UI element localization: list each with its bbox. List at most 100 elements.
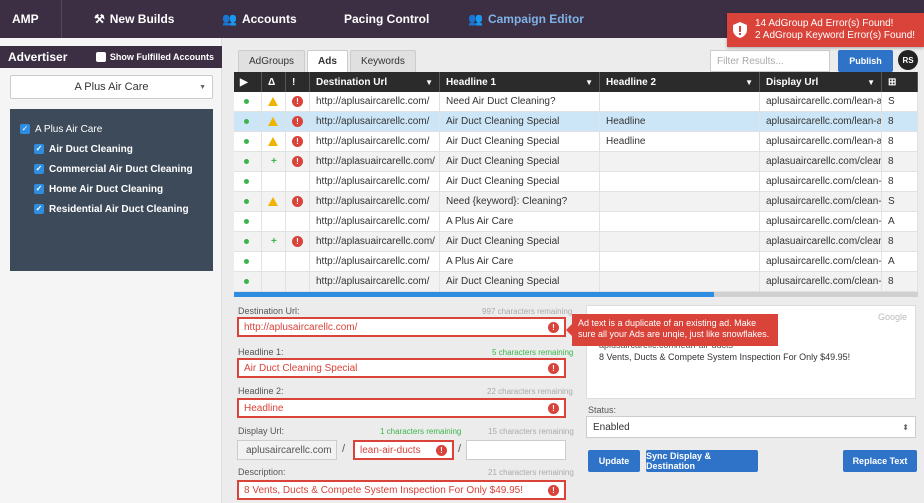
headline-1-cell[interactable]: Air Duct Cleaning Special bbox=[440, 232, 600, 251]
destination-url-cell[interactable]: http://aplusaircarellc.com/ bbox=[310, 92, 440, 111]
column-menu[interactable]: ⊞ bbox=[882, 72, 918, 92]
brand-logo[interactable]: AMP bbox=[0, 0, 62, 38]
headline-2-input[interactable]: Headline ! bbox=[237, 398, 566, 418]
status-select[interactable]: Enabled ⬍ bbox=[586, 416, 916, 438]
chevron-down-icon[interactable]: ▼ bbox=[585, 78, 593, 87]
destination-url-cell[interactable]: http://aplusaircarellc.com/ bbox=[310, 132, 440, 151]
checkbox-checked-icon[interactable]: ✓ bbox=[34, 164, 44, 174]
chevron-down-icon[interactable]: ▼ bbox=[745, 78, 753, 87]
tree-item-adgroup[interactable]: ✓ Air Duct Cleaning bbox=[10, 139, 213, 159]
headline-2-cell[interactable] bbox=[600, 212, 760, 231]
destination-url-input[interactable]: http://aplusaircarellc.com/ ! bbox=[237, 317, 566, 337]
table-row[interactable]: ! http://aplusaircarellc.com/Air Duct Cle… bbox=[234, 132, 918, 152]
advertiser-select[interactable]: A Plus Air Care ▼ bbox=[10, 75, 213, 99]
headline-1-cell[interactable]: A Plus Air Care bbox=[440, 212, 600, 231]
table-row[interactable]: http://aplusaircarellc.com/Air Duct Clea… bbox=[234, 172, 918, 192]
headline-1-cell[interactable]: A Plus Air Care bbox=[440, 252, 600, 271]
display-url-cell[interactable]: aplasuaircarellc.com/clean-air... bbox=[760, 152, 882, 171]
column-destination-url[interactable]: Destination Url ▼ bbox=[310, 72, 440, 92]
tree-item-adgroup[interactable]: ✓ Commercial Air Duct Cleaning bbox=[10, 159, 213, 179]
nav-new-builds[interactable]: ⚒ New Builds bbox=[94, 0, 174, 38]
destination-url-cell[interactable]: http://aplusaircarellc.com/ bbox=[310, 172, 440, 191]
nav-pacing-control[interactable]: Pacing Control bbox=[344, 0, 429, 38]
tab-adgroups[interactable]: AdGroups bbox=[238, 50, 306, 72]
destination-url-cell[interactable]: http://aplusaircarellc.com/ bbox=[310, 212, 440, 231]
display-url-cell[interactable]: aplasuaircarellc.com/clean-air... bbox=[760, 232, 882, 251]
display-url-cell[interactable]: aplusaircarellc.com/clean-air-... bbox=[760, 192, 882, 211]
table-row[interactable]: +! http://aplasuaircarellc.com/Air Duct C… bbox=[234, 152, 918, 172]
column-expand[interactable]: ▶ bbox=[234, 72, 262, 92]
table-row[interactable]: ! http://aplusaircarellc.com/Need {keywor… bbox=[234, 192, 918, 212]
table-row[interactable]: +! http://aplasuaircarellc.com/Air Duct C… bbox=[234, 232, 918, 252]
column-display-url[interactable]: Display Url ▼ bbox=[760, 72, 882, 92]
headline-2-cell[interactable] bbox=[600, 92, 760, 111]
chevron-down-icon[interactable]: ▼ bbox=[867, 78, 875, 87]
headline-2-cell[interactable] bbox=[600, 232, 760, 251]
headline-2-cell[interactable] bbox=[600, 152, 760, 171]
column-error[interactable]: ! bbox=[286, 72, 310, 92]
display-url-cell[interactable]: aplusaircarellc.com/clean-air-... bbox=[760, 212, 882, 231]
avatar[interactable]: RS bbox=[898, 50, 918, 70]
table-row[interactable]: http://aplusaircarellc.com/Air Duct Clea… bbox=[234, 272, 918, 292]
headline-2-cell[interactable]: Headline bbox=[600, 112, 760, 131]
destination-url-cell[interactable]: http://aplasuaircarellc.com/ bbox=[310, 232, 440, 251]
headline-1-cell[interactable]: Air Duct Cleaning Special bbox=[440, 272, 600, 291]
headline-1-cell[interactable]: Need {keyword}: Cleaning? bbox=[440, 192, 600, 211]
display-url-path1-input[interactable]: lean-air-ducts ! bbox=[353, 440, 454, 460]
tree-item-adgroup[interactable]: ✓ Residential Air Duct Cleaning bbox=[10, 199, 213, 219]
error-toast[interactable]: 14 AdGroup Ad Error(s) Found! 2 AdGroup … bbox=[727, 13, 924, 47]
description-input[interactable]: 8 Vents, Ducts & Compete System Inspecti… bbox=[237, 480, 566, 500]
checkbox-checked-icon[interactable]: ✓ bbox=[34, 204, 44, 214]
tab-keywords[interactable]: Keywords bbox=[349, 50, 416, 72]
headline-2-cell[interactable] bbox=[600, 172, 760, 191]
display-url-cell[interactable]: aplusaircarellc.com/clean-air-... bbox=[760, 272, 882, 291]
destination-url-cell[interactable]: http://aplusaircarellc.com/ bbox=[310, 112, 440, 131]
show-fulfilled-toggle[interactable]: Show Fulfilled Accounts bbox=[95, 52, 214, 62]
headline-1-cell[interactable]: Need Air Duct Cleaning? bbox=[440, 92, 600, 111]
display-url-cell[interactable]: aplusaircarellc.com/clean-air-... bbox=[760, 252, 882, 271]
tree-item-adgroup[interactable]: ✓ Home Air Duct Cleaning bbox=[10, 179, 213, 199]
table-row[interactable]: ! http://aplusaircarellc.com/Need Air Duc… bbox=[234, 92, 918, 112]
display-url-cell[interactable]: aplusaircarellc.com/lean-air-d... bbox=[760, 132, 882, 151]
headline-1-input[interactable]: Air Duct Cleaning Special ! bbox=[237, 358, 566, 378]
replace-text-button[interactable]: Replace Text bbox=[843, 450, 917, 472]
headline-1-cell[interactable]: Air Duct Cleaning Special bbox=[440, 112, 600, 131]
nav-campaign-editor[interactable]: 👥 Campaign Editor bbox=[468, 0, 584, 38]
tab-ads[interactable]: Ads bbox=[307, 50, 348, 72]
publish-button[interactable]: Publish bbox=[838, 50, 893, 72]
destination-url-cell[interactable]: http://aplusaircarellc.com/ bbox=[310, 272, 440, 291]
nav-accounts[interactable]: 👥 Accounts bbox=[222, 0, 297, 38]
column-headline-1[interactable]: Headline 1 ▼ bbox=[440, 72, 600, 92]
filter-results-input[interactable]: Filter Results... bbox=[710, 50, 830, 72]
headline-2-cell[interactable] bbox=[600, 192, 760, 211]
checkbox-icon[interactable] bbox=[95, 52, 106, 62]
column-delta[interactable]: Δ bbox=[262, 72, 286, 92]
headline-1-cell[interactable]: Air Duct Cleaning Special bbox=[440, 152, 600, 171]
headline-2-cell[interactable]: Headline bbox=[600, 132, 760, 151]
destination-url-cell[interactable]: http://aplusaircarellc.com/ bbox=[310, 192, 440, 211]
scrollbar-thumb[interactable] bbox=[234, 292, 714, 297]
show-fulfilled-label: Show Fulfilled Accounts bbox=[109, 52, 214, 62]
table-row[interactable]: ! http://aplusaircarellc.com/Air Duct Cle… bbox=[234, 112, 918, 132]
headline-1-cell[interactable]: Air Duct Cleaning Special bbox=[440, 132, 600, 151]
tree-item-root[interactable]: ✓ A Plus Air Care bbox=[10, 119, 213, 139]
display-url-path2-input[interactable] bbox=[466, 440, 566, 460]
checkbox-checked-icon[interactable]: ✓ bbox=[20, 124, 30, 134]
horizontal-scrollbar[interactable] bbox=[234, 292, 918, 297]
headline-2-cell[interactable] bbox=[600, 252, 760, 271]
display-url-cell[interactable]: aplusaircarellc.com/clean-air-... bbox=[760, 172, 882, 191]
table-row[interactable]: http://aplusaircarellc.com/A Plus Air Ca… bbox=[234, 212, 918, 232]
display-url-cell[interactable]: aplusaircarellc.com/lean-air-d... bbox=[760, 92, 882, 111]
destination-url-cell[interactable]: http://aplasuaircarellc.com/ bbox=[310, 152, 440, 171]
table-row[interactable]: http://aplusaircarellc.com/A Plus Air Ca… bbox=[234, 252, 918, 272]
column-headline-2[interactable]: Headline 2 ▼ bbox=[600, 72, 760, 92]
destination-url-cell[interactable]: http://aplusaircarellc.com/ bbox=[310, 252, 440, 271]
headline-2-cell[interactable] bbox=[600, 272, 760, 291]
checkbox-checked-icon[interactable]: ✓ bbox=[34, 144, 44, 154]
update-button[interactable]: Update bbox=[588, 450, 640, 472]
chevron-down-icon[interactable]: ▼ bbox=[425, 78, 433, 87]
sync-display-destination-button[interactable]: Sync Display & Destination bbox=[646, 450, 758, 472]
checkbox-checked-icon[interactable]: ✓ bbox=[34, 184, 44, 194]
display-url-cell[interactable]: aplusaircarellc.com/lean-air-d... bbox=[760, 112, 882, 131]
headline-1-cell[interactable]: Air Duct Cleaning Special bbox=[440, 172, 600, 191]
